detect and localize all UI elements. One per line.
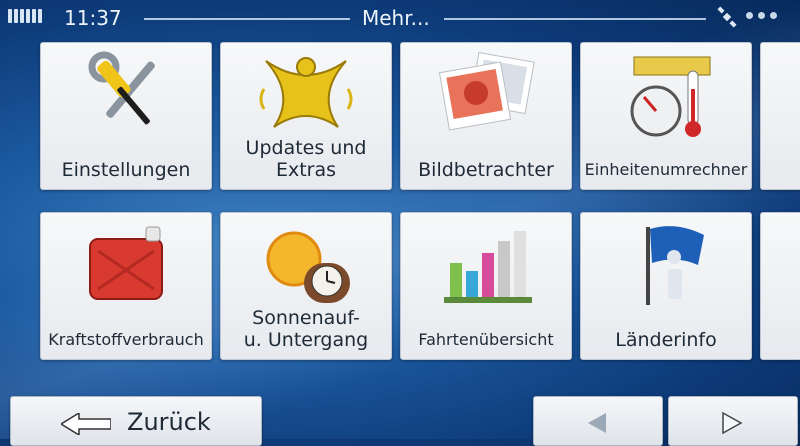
tile-label: Länderinfo [615,329,717,351]
tile-sonnenaufgang[interactable]: Sonnenauf- u. Untergang [220,212,392,360]
updates-extras-icon [259,57,353,128]
tile-label: Einstellungen [61,159,191,181]
tile-einheitenumrechner[interactable]: Einheitenumrechner [580,42,752,190]
back-button-label: Zurück [127,408,211,436]
tile-updates-extras[interactable]: Updates und Extras [220,42,392,190]
bar-chart-icon [444,231,532,303]
tools-icon [88,51,155,125]
tile-einstellungen[interactable]: Einstellungen [40,42,212,190]
arrow-left-icon [588,413,606,433]
tile-bildbetrachter[interactable]: Bildbetrachter [400,42,572,190]
tile-label: Sonnenauf- u. Untergang [243,307,369,351]
divider [144,18,350,20]
tile-next-page-partial[interactable] [760,212,800,360]
tile-kraftstoffverbrauch[interactable]: Kraftstoffverbrauch [40,212,212,360]
clock: 11:37 [64,6,122,30]
tile-label: Einheitenumrechner [584,160,748,179]
back-arrow-icon [61,413,111,435]
tile-label: Updates und Extras [245,137,367,181]
tile-laenderinfo[interactable]: Länderinfo [580,212,752,360]
sun-clock-icon [266,231,350,303]
photos-icon [438,51,535,131]
status-bar: 11:37 Mehr... [0,0,800,38]
tile-label: Fahrtenübersicht [418,330,554,349]
divider [444,18,706,20]
tile-label: Kraftstoffverbrauch [48,330,204,349]
tile-next-page-partial[interactable] [760,42,800,190]
signal-dots-icon [746,12,777,19]
arrow-right-icon [722,411,743,435]
battery-icon [8,9,44,23]
tile-fahrtenuebersicht[interactable]: Fahrtenübersicht [400,212,572,360]
info-flag-icon [646,226,704,305]
unit-converter-icon [630,56,711,137]
fuel-can-icon [89,226,163,300]
page-title: Mehr... [362,6,430,30]
tile-label: Bildbetrachter [418,159,554,181]
satellite-icon [717,6,737,28]
